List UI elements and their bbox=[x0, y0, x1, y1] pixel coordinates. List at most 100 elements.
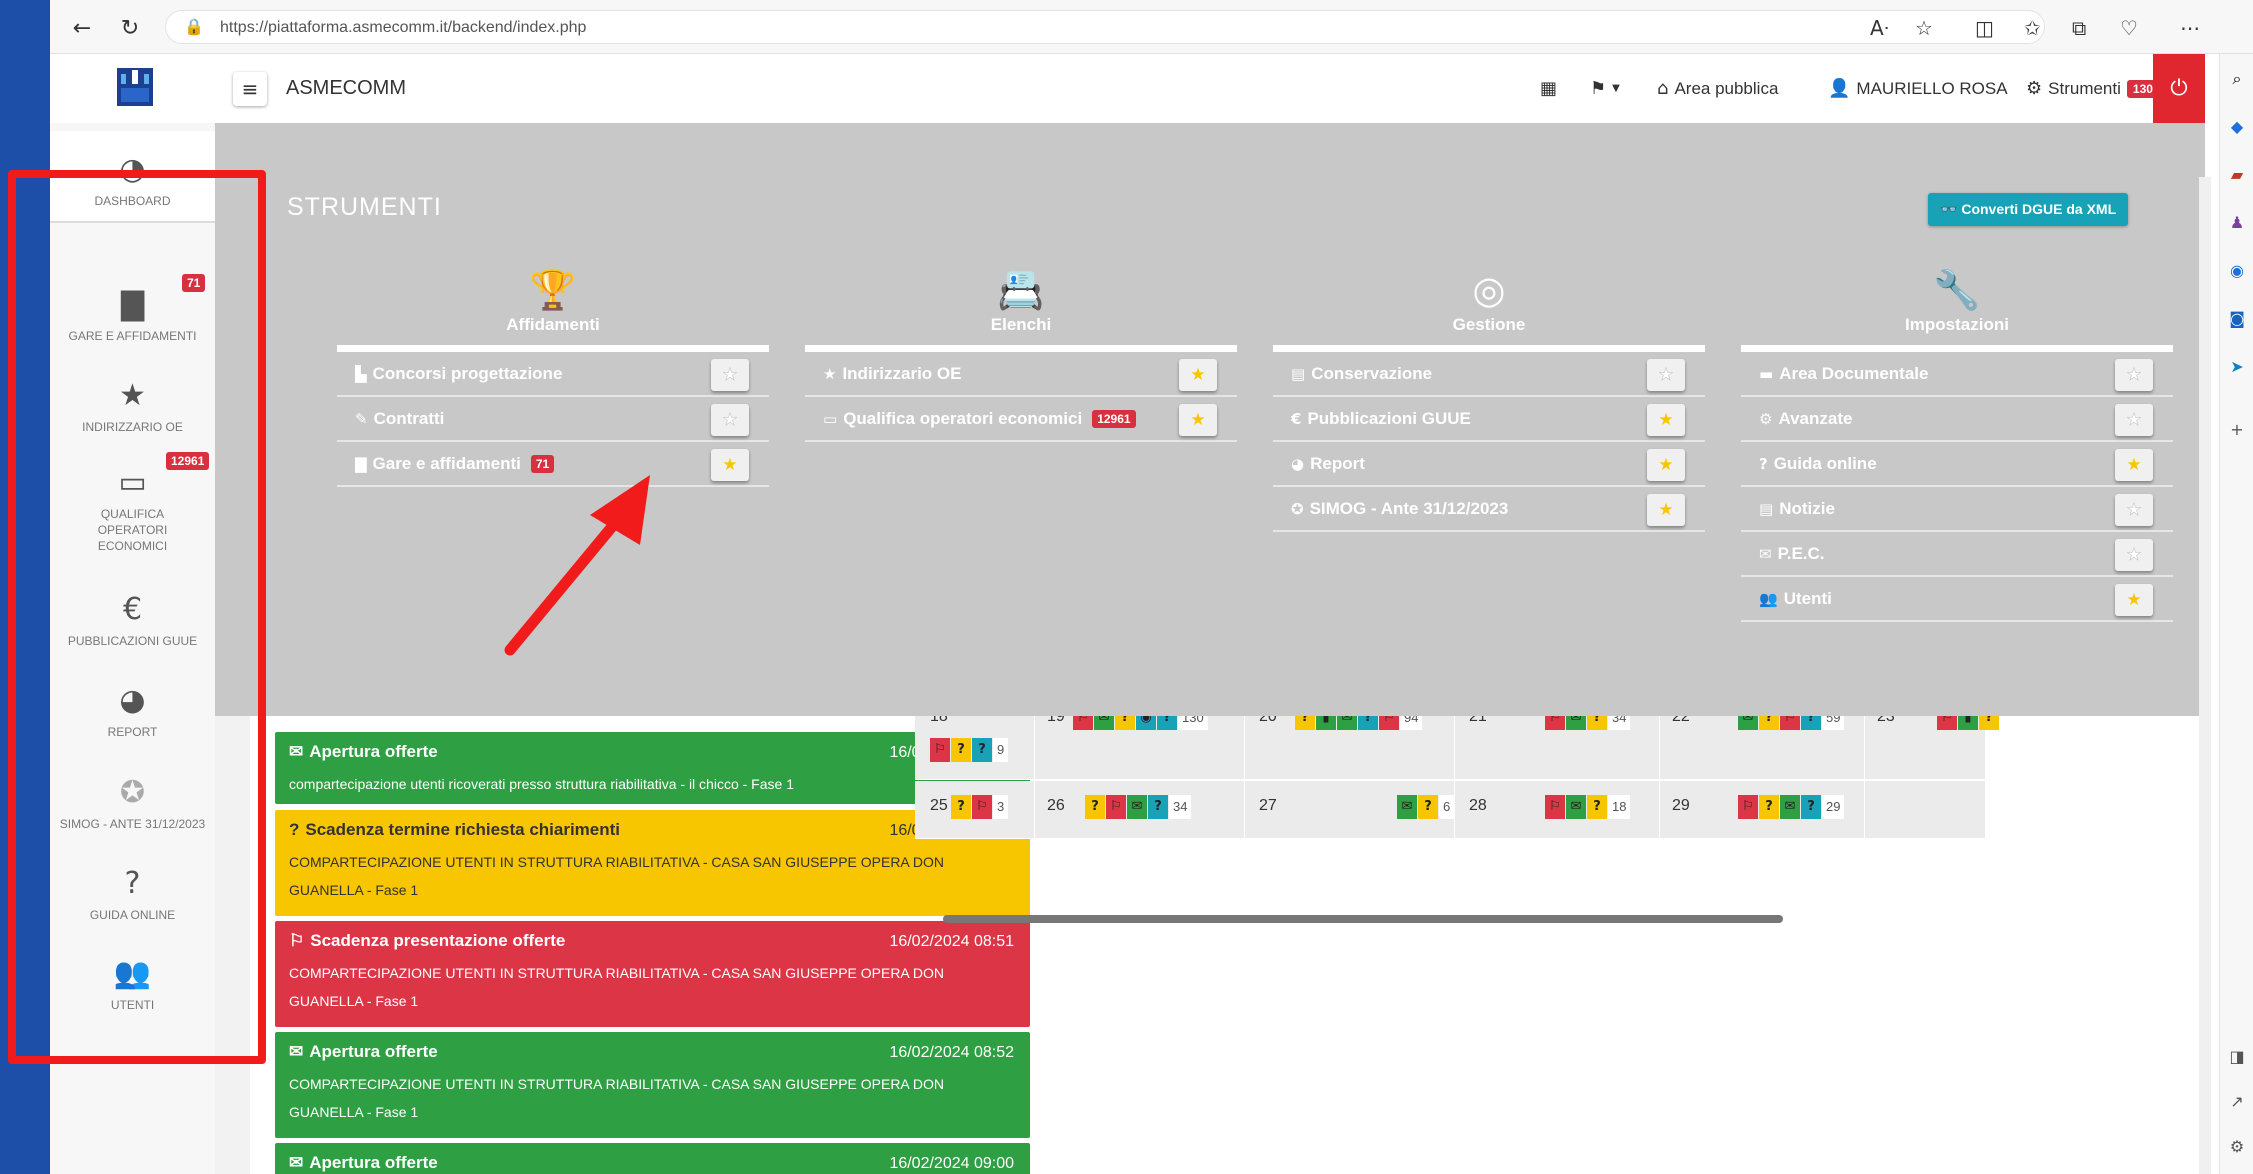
favorite-star-icon[interactable]: ★ bbox=[1647, 449, 1685, 481]
favorite-star-icon[interactable]: ★ bbox=[2115, 449, 2153, 481]
menu-row[interactable]: € Pubblicazioni GUUE ★ bbox=[1273, 397, 1705, 442]
menu-row[interactable]: ✪ SIMOG - Ante 31/12/2023 ★ bbox=[1273, 487, 1705, 532]
calendar-day[interactable]: 25 ? ⚐ 3 bbox=[915, 781, 1035, 838]
favorite-star-icon[interactable]: ★ bbox=[711, 449, 749, 481]
calendar-day[interactable]: 27 ✉? 6 bbox=[1245, 781, 1455, 838]
menu-row[interactable]: 👥 Utenti ★ bbox=[1741, 577, 2173, 622]
favorites-icon[interactable]: ✩ bbox=[2024, 16, 2041, 40]
search-icon[interactable]: ⌕ bbox=[2227, 69, 2247, 89]
calendar-day[interactable]: 28 ⚐ ✉? 18 bbox=[1455, 781, 1660, 838]
menu-row[interactable]: ⚙ Avanzate ★ bbox=[1741, 397, 2173, 442]
pie-chart-icon: ◕ bbox=[119, 683, 146, 718]
favorite-star-icon[interactable]: ★ bbox=[1179, 404, 1217, 436]
favorite-star-icon[interactable]: ★ bbox=[2115, 359, 2153, 391]
favorite-star-icon[interactable]: ★ bbox=[1647, 494, 1685, 526]
copilot-icon[interactable]: ◉ bbox=[2227, 261, 2247, 281]
question-circle-icon: ? bbox=[1759, 454, 1768, 473]
page-scrollbar[interactable] bbox=[2199, 177, 2211, 1174]
briefcase-icon[interactable]: ▰ bbox=[2227, 165, 2247, 185]
emblem-icon: ✪ bbox=[119, 775, 146, 810]
menu-row[interactable]: ? Guida online ★ bbox=[1741, 442, 2173, 487]
people-icon[interactable]: ♟ bbox=[2227, 213, 2247, 233]
event-item[interactable]: ✉ Apertura offerte 16/02/2024 08:52 COMPA… bbox=[275, 1032, 1030, 1138]
menu-row[interactable]: ▤ Notizie ★ bbox=[1741, 487, 2173, 532]
split-screen-icon[interactable]: ◫ bbox=[1975, 16, 1994, 40]
book-icon: ▬ bbox=[1759, 364, 1774, 383]
folder-open-icon: ▭ bbox=[118, 465, 147, 500]
user-icon: 👤 bbox=[1828, 78, 1851, 99]
collections-icon[interactable]: ⧉ bbox=[2072, 16, 2086, 40]
sidebar-item-label: GUIDA ONLINE bbox=[89, 908, 176, 922]
asmecomm-logo[interactable] bbox=[115, 64, 155, 110]
menu-row[interactable]: ▭ Qualifica operatori economici 12961 ★ bbox=[805, 397, 1237, 442]
menu-toggle-button[interactable]: ≡ bbox=[233, 72, 267, 106]
menu-row[interactable]: ✎ Contratti ★ bbox=[337, 397, 769, 442]
sidebar-item-qualifica[interactable]: ▭ 12961 QUALIFICA OPERATORI ECONOMICI bbox=[50, 452, 215, 554]
sidebar-item-guida[interactable]: ? GUIDA ONLINE bbox=[50, 867, 215, 923]
scrollbar-thumb[interactable] bbox=[943, 915, 1783, 923]
external-link-icon[interactable]: ↗ bbox=[2227, 1092, 2247, 1112]
sidebar-item-report[interactable]: ◕ REPORT bbox=[50, 684, 215, 740]
user-menu[interactable]: 👤 MAURIELLO ROSA bbox=[1828, 78, 2008, 99]
send-icon[interactable]: ➤ bbox=[2227, 357, 2247, 377]
calendar-day[interactable]: 26 ? ⚐ ✉? 34 bbox=[1035, 781, 1245, 838]
panel-title: STRUMENTI bbox=[287, 193, 442, 221]
more-menu-icon[interactable]: ⋯ bbox=[2180, 16, 2200, 40]
favorite-star-icon[interactable]: ★ bbox=[2115, 494, 2153, 526]
menu-row[interactable]: ▬ Area Documentale ★ bbox=[1741, 352, 2173, 397]
event-item[interactable]: ⚐ Scadenza presentazione offerte 16/02/20… bbox=[275, 921, 1030, 1027]
event-desc: COMPARTECIPAZIONE UTENTI IN STRUTTURA RI… bbox=[289, 1076, 944, 1120]
envelope-icon: ✉ bbox=[289, 1153, 304, 1172]
favorite-star-icon[interactable]: ★ bbox=[1647, 359, 1685, 391]
reload-icon[interactable]: ↻ bbox=[116, 14, 144, 42]
favorite-star-icon[interactable]: ★ bbox=[711, 404, 749, 436]
url-text: https://piattaforma.asmecomm.it/backend/… bbox=[220, 19, 587, 36]
column-impostazioni: 🔧 Impostazioni ▬ Area Documentale ★ ⚙ Avanz… bbox=[1741, 267, 2173, 622]
sidebar-item-indirizzario[interactable]: ★ INDIRIZZARIO OE bbox=[50, 379, 215, 435]
menu-row[interactable]: ★ Indirizzario OE ★ bbox=[805, 352, 1237, 397]
outlook-icon[interactable]: ◙ bbox=[2227, 309, 2247, 329]
favorite-star-icon[interactable]: ★ bbox=[711, 359, 749, 391]
calendar-scrollbar[interactable] bbox=[915, 910, 1985, 926]
favorite-star-icon[interactable]: ★ bbox=[2115, 404, 2153, 436]
address-bar[interactable]: 🔒 https://piattaforma.asmecomm.it/backen… bbox=[165, 10, 2045, 44]
day-number: 28 bbox=[1469, 797, 1487, 814]
favorite-star-icon[interactable]: ☆ bbox=[1915, 16, 1933, 40]
back-icon[interactable]: ← bbox=[68, 14, 96, 42]
euro-icon: € bbox=[122, 592, 143, 627]
settings-icon[interactable]: ⚙ bbox=[2227, 1137, 2247, 1157]
event-count: 29 bbox=[1822, 795, 1845, 819]
favorite-star-icon[interactable]: ★ bbox=[1179, 359, 1217, 391]
strumenti-menu[interactable]: ⚙ Strumenti 13032 bbox=[2026, 78, 2173, 99]
add-icon[interactable]: + bbox=[2227, 420, 2247, 440]
menu-row[interactable]: ▤ Conservazione ★ bbox=[1273, 352, 1705, 397]
area-pubblica-link[interactable]: ⌂ Area pubblica bbox=[1657, 78, 1778, 99]
extensions-icon[interactable]: ♡ bbox=[2120, 16, 2138, 40]
logout-button[interactable]: ⏻ bbox=[2153, 54, 2205, 123]
calendar-day[interactable]: 29 ⚐? ✉? 29 bbox=[1660, 781, 1865, 838]
bullseye-icon: ◎ bbox=[1472, 268, 1506, 312]
sidebar-item-pubblicazioni[interactable]: € PUBBLICAZIONI GUUE bbox=[50, 593, 215, 649]
favorite-star-icon[interactable]: ★ bbox=[2115, 584, 2153, 616]
ruler-icon: ▙ bbox=[355, 364, 367, 383]
browser-toolbar: ← ↻ 🔒 https://piattaforma.asmecomm.it/ba… bbox=[50, 0, 2253, 54]
event-item[interactable]: ✉ Apertura offerte 16/02/2024 09:00 bbox=[275, 1143, 1030, 1174]
tag-icon[interactable]: ◆ bbox=[2227, 117, 2247, 137]
favorite-star-icon[interactable]: ★ bbox=[2115, 539, 2153, 571]
menu-row[interactable]: ✉ P.E.C. ★ bbox=[1741, 532, 2173, 577]
sidebar-item-gare[interactable]: ▇ 71 GARE E AFFIDAMENTI bbox=[50, 274, 215, 344]
sidebar-toggle-icon[interactable]: ◨ bbox=[2227, 1047, 2247, 1067]
browser-window: ← ↻ 🔒 https://piattaforma.asmecomm.it/ba… bbox=[50, 0, 2253, 1174]
sidebar-item-utenti[interactable]: 👥 UTENTI bbox=[50, 957, 215, 1013]
address-book-icon: 📇 bbox=[997, 268, 1045, 312]
menu-row[interactable]: ▙ Concorsi progettazione ★ bbox=[337, 352, 769, 397]
sidebar: ◔ DASHBOARD ▇ 71 GARE E AFFIDAMENTI ★ IN… bbox=[50, 123, 215, 1174]
sidebar-item-simog[interactable]: ✪ SIMOG - ANTE 31/12/2023 bbox=[50, 776, 215, 832]
read-aloud-icon[interactable]: Aᐧ bbox=[1870, 16, 1889, 40]
favorite-star-icon[interactable]: ★ bbox=[1647, 404, 1685, 436]
convert-dgue-button[interactable]: 👓 Converti DGUE da XML bbox=[1928, 193, 2129, 226]
flag-dropdown[interactable]: ⚑ ▼ bbox=[1590, 78, 1620, 99]
sidebar-item-dashboard[interactable]: ◔ DASHBOARD bbox=[50, 131, 215, 223]
menu-row[interactable]: ◕ Report ★ bbox=[1273, 442, 1705, 487]
calendar-button[interactable]: ▦ bbox=[1540, 78, 1557, 99]
